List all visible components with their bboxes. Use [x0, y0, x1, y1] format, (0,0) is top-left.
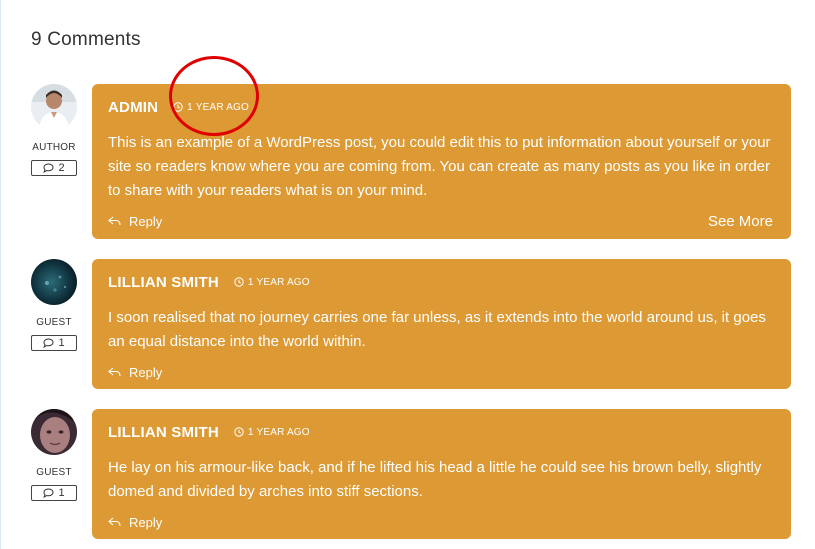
reply-button[interactable]: Reply: [108, 214, 162, 229]
reply-button[interactable]: Reply: [108, 365, 162, 380]
comment-time-text: 1 YEAR AGO: [247, 426, 310, 438]
comment-author-column: GUEST 1: [31, 409, 77, 501]
clock-icon: [173, 102, 183, 112]
comment-footer: Reply: [108, 512, 773, 532]
comment-time: 1 YEAR AGO: [173, 102, 249, 113]
comment-text: This is an example of a WordPress post, …: [108, 134, 771, 199]
comment-text: He lay on his armour-like back, and if h…: [108, 459, 762, 500]
reply-count: 2: [58, 162, 65, 174]
comment-author-name[interactable]: LILLIAN SMITH: [108, 424, 219, 441]
comment-role: GUEST: [36, 467, 72, 478]
comment-author-column: AUTHOR 2: [31, 84, 77, 176]
reply-label: Reply: [129, 514, 163, 530]
reply-icon: [108, 216, 121, 226]
avatar[interactable]: [31, 409, 77, 455]
reply-count: 1: [58, 487, 65, 499]
reply-icon: [108, 517, 121, 527]
comment-meta: LILLIAN SMITH 1 YEAR AGO: [108, 423, 773, 441]
comment-bubble: LILLIAN SMITH 1 YEAR AGO I soon realised…: [92, 259, 791, 389]
comment-author-column: GUEST 1: [31, 259, 77, 351]
clock-icon: [234, 277, 244, 287]
comment-bubble: LILLIAN SMITH 1 YEAR AGO He lay on his a…: [92, 409, 791, 539]
comment-time: 1 YEAR AGO: [234, 277, 310, 288]
comment-author-name[interactable]: LILLIAN SMITH: [108, 274, 219, 291]
clock-icon: [234, 427, 244, 437]
comment-bubble-icon: [43, 163, 54, 173]
comment-time-text: 1 YEAR AGO: [247, 276, 310, 288]
reply-count-badge[interactable]: 1: [31, 485, 77, 501]
comments-heading: 9 Comments: [31, 29, 141, 50]
comment-meta: ADMIN 1 YEAR AGO: [108, 98, 773, 116]
avatar[interactable]: [31, 259, 77, 305]
reply-label: Reply: [129, 364, 163, 380]
reply-label: Reply: [129, 213, 163, 229]
comment-role: AUTHOR: [32, 142, 76, 153]
comment-time-text: 1 YEAR AGO: [187, 101, 250, 113]
comment-bubble-icon: [43, 338, 54, 348]
reply-count-badge[interactable]: 1: [31, 335, 77, 351]
reply-count: 1: [58, 337, 65, 349]
comment-footer: Reply: [108, 362, 773, 382]
comment-time: 1 YEAR AGO: [234, 427, 310, 438]
see-more-link[interactable]: See More: [708, 213, 773, 230]
reply-icon: [108, 367, 121, 377]
avatar[interactable]: [31, 84, 77, 130]
comments-section: 9 Comments AUTHOR 2 ADMIN 1 YEAR AGO Thi…: [0, 0, 815, 549]
comment-bubble-icon: [43, 488, 54, 498]
comment-author-name[interactable]: ADMIN: [108, 99, 158, 116]
comment-footer: Reply See More: [108, 211, 773, 231]
comment-bubble: ADMIN 1 YEAR AGO This is an example of a…: [92, 84, 791, 239]
comment-text: I soon realised that no journey carries …: [108, 309, 766, 350]
reply-count-badge[interactable]: 2: [31, 160, 77, 176]
comment-role: GUEST: [36, 317, 72, 328]
comment-meta: LILLIAN SMITH 1 YEAR AGO: [108, 273, 773, 291]
reply-button[interactable]: Reply: [108, 515, 162, 530]
